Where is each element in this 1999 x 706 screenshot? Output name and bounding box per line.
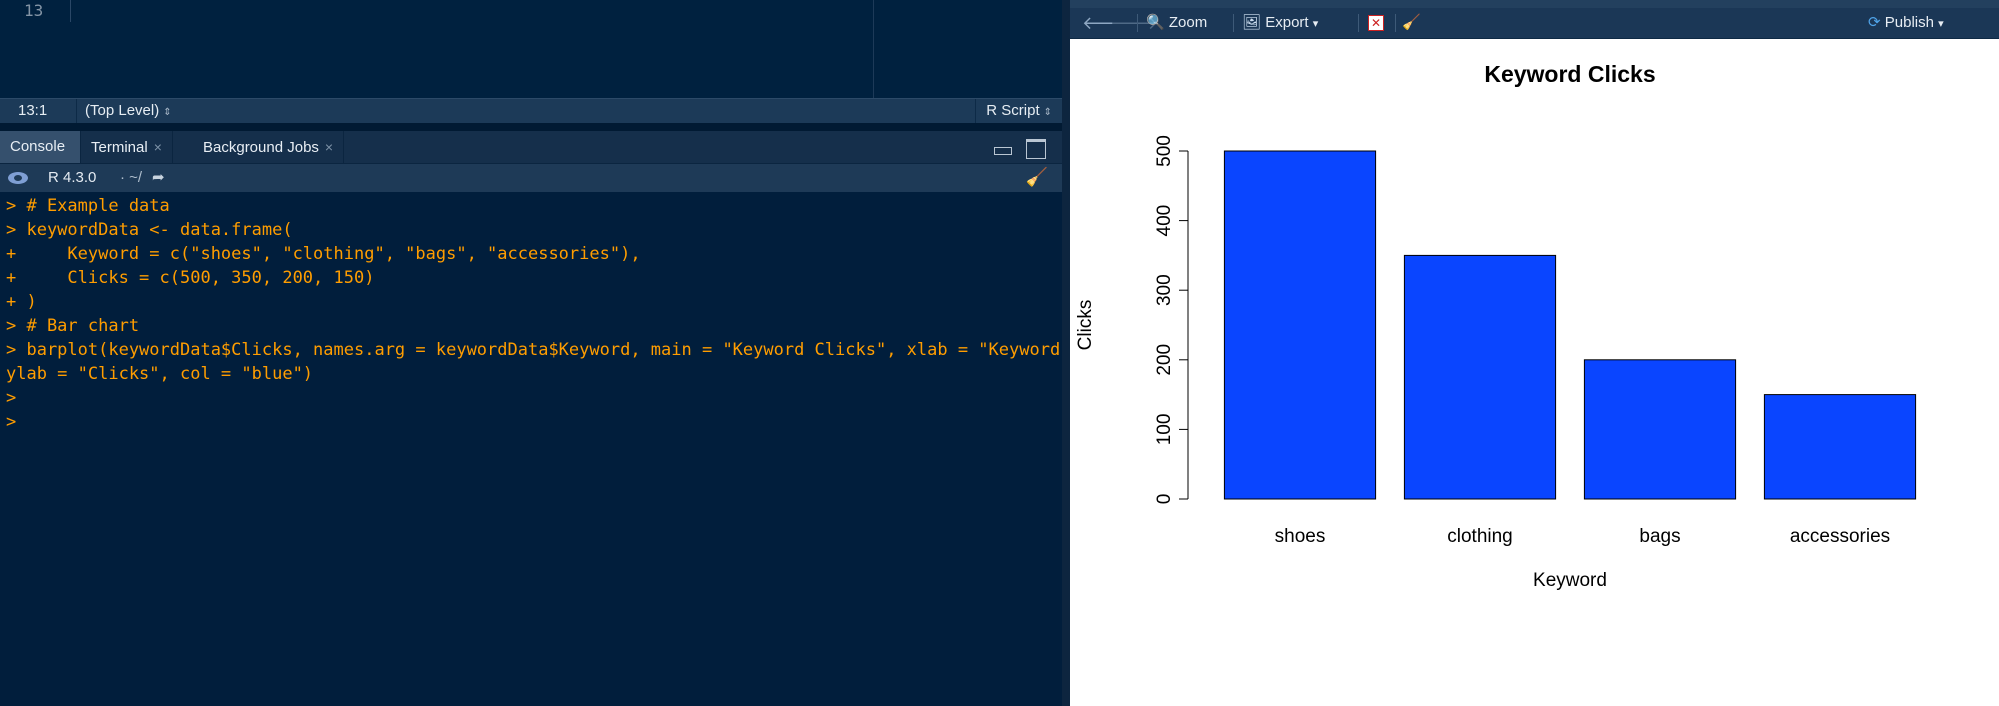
x-tick-label: accessories <box>1790 526 1890 547</box>
toolbar-divider <box>1233 14 1234 32</box>
tab-label: Console <box>10 138 66 155</box>
console-info-bar: R 4.3.0 · ~/ ➦ 🧹 <box>0 164 1062 192</box>
margin-line <box>873 0 874 98</box>
console-line: > # Bar chart <box>6 316 140 336</box>
plots-tab-strip <box>1070 0 1999 8</box>
y-tick-label: 100 <box>1154 414 1175 446</box>
plots-toolbar: 🡐 🡒 🔍 Zoom 🖼 Export ▾ ✕ 🧹 ⟳ Publish ▾ <box>1070 8 1999 39</box>
close-icon[interactable]: × <box>325 139 333 155</box>
close-icon[interactable]: × <box>154 139 162 155</box>
y-tick-label: 500 <box>1154 135 1175 167</box>
x-tick-label: bags <box>1639 526 1680 547</box>
pane-divider[interactable] <box>1062 0 1070 706</box>
console-line: + Clicks = c(500, 350, 200, 150) <box>6 268 375 288</box>
editor-status-bar: 13:1 (Top Level) ⇕ R Script ⇕ <box>0 98 1062 124</box>
console-line: + ) <box>6 292 37 312</box>
plots-pane: 🡐 🡒 🔍 Zoom 🖼 Export ▾ ✕ 🧹 ⟳ Publish ▾ Ke… <box>1070 0 1999 706</box>
tab-label: Background Jobs <box>203 139 319 156</box>
tab-console[interactable]: Console <box>0 131 81 163</box>
console-line: > # Example data <box>6 196 170 216</box>
y-tick-label: 200 <box>1154 344 1175 376</box>
export-icon: 🖼 <box>1242 14 1262 31</box>
x-tick-label: clothing <box>1447 526 1513 547</box>
console-line: > barplot(keywordData$Clicks, names.arg … <box>6 340 1062 360</box>
console-line: > <box>6 412 17 432</box>
bar-shoes <box>1223 150 1377 500</box>
r-logo-icon <box>8 172 28 184</box>
zoom-label: Zoom <box>1168 14 1208 31</box>
chart-title: Keyword Clicks <box>1484 61 1655 87</box>
zoom-button[interactable]: 🔍 Zoom <box>1146 13 1207 33</box>
console-tab-bar: Console Terminal × Background Jobs × <box>0 131 1062 164</box>
chevron-down-icon: ▾ <box>1938 18 1944 30</box>
y-tick-label: 300 <box>1154 274 1175 306</box>
console-line: > keywordData <- data.frame( <box>6 220 293 240</box>
scope-label: (Top Level) <box>85 102 160 119</box>
gutter-divider <box>70 0 71 22</box>
minimize-pane-icon[interactable] <box>994 147 1012 155</box>
cursor-position: 13:1 <box>18 102 48 119</box>
plot-viewer: Keyword Clicks shoes clothing bags accessori… <box>1070 39 1999 706</box>
go-to-directory-icon[interactable]: ➦ <box>152 168 165 186</box>
pane-splitter[interactable] <box>0 123 1062 131</box>
remove-plot-button[interactable]: ✕ <box>1368 13 1384 33</box>
left-pane: 13 13:1 (Top Level) ⇕ R Script ⇕ Console T… <box>0 0 1062 706</box>
console-line: > <box>6 388 17 408</box>
line-number: 13 <box>24 1 44 20</box>
export-button[interactable]: 🖼 Export ▾ <box>1242 13 1318 33</box>
maximize-pane-icon[interactable] <box>1026 139 1046 159</box>
updown-icon: ⇕ <box>163 107 172 118</box>
source-editor[interactable]: 13 <box>0 0 1062 98</box>
publish-button[interactable]: ⟳ Publish ▾ <box>1868 13 1944 33</box>
broom-icon: 🧹 <box>1402 14 1421 31</box>
toolbar-divider <box>1358 14 1359 32</box>
y-axis-label: Clicks <box>1075 300 1096 351</box>
r-version: R 4.3.0 <box>48 169 97 186</box>
toolbar-divider <box>1395 14 1396 32</box>
console-line: + Keyword = c("shoes", "clothing", "bags… <box>6 244 641 264</box>
clear-console-broom-icon[interactable]: 🧹 <box>1026 167 1048 188</box>
tab-terminal[interactable]: Terminal × <box>81 131 173 163</box>
working-directory: · ~/ <box>120 169 143 186</box>
x-tick-label: shoes <box>1275 526 1326 547</box>
toolbar-divider <box>1137 14 1138 32</box>
x-axis-label: Keyword <box>1533 570 1607 591</box>
chevron-down-icon: ▾ <box>1312 18 1319 30</box>
console-output[interactable]: > # Example data > keywordData <- data.fr… <box>6 194 1062 434</box>
scope-selector[interactable]: (Top Level) ⇕ <box>76 99 255 123</box>
tab-label: Terminal <box>91 139 148 156</box>
y-tick-label: 0 <box>1154 494 1175 505</box>
clear-plots-button[interactable]: 🧹 <box>1402 13 1421 33</box>
bar-chart: Keyword Clicks shoes clothing bags accessori… <box>1075 61 1917 591</box>
bar-bags <box>1583 359 1737 500</box>
y-tick-label: 400 <box>1154 205 1175 237</box>
console-line: ylab = "Clicks", col = "blue") <box>6 364 314 384</box>
remove-plot-icon: ✕ <box>1368 15 1384 31</box>
zoom-magnifier-icon: 🔍 <box>1146 14 1165 31</box>
publish-label: Publish <box>1884 14 1934 31</box>
file-type-selector[interactable]: R Script ⇕ <box>975 99 1062 123</box>
bar-clothing <box>1403 254 1557 500</box>
publish-icon: ⟳ <box>1868 14 1881 31</box>
updown-icon: ⇕ <box>1043 107 1052 118</box>
bar-accessories <box>1763 394 1917 500</box>
export-label: Export <box>1265 14 1309 31</box>
tab-background-jobs[interactable]: Background Jobs × <box>193 131 345 163</box>
file-type-label: R Script <box>986 102 1040 119</box>
